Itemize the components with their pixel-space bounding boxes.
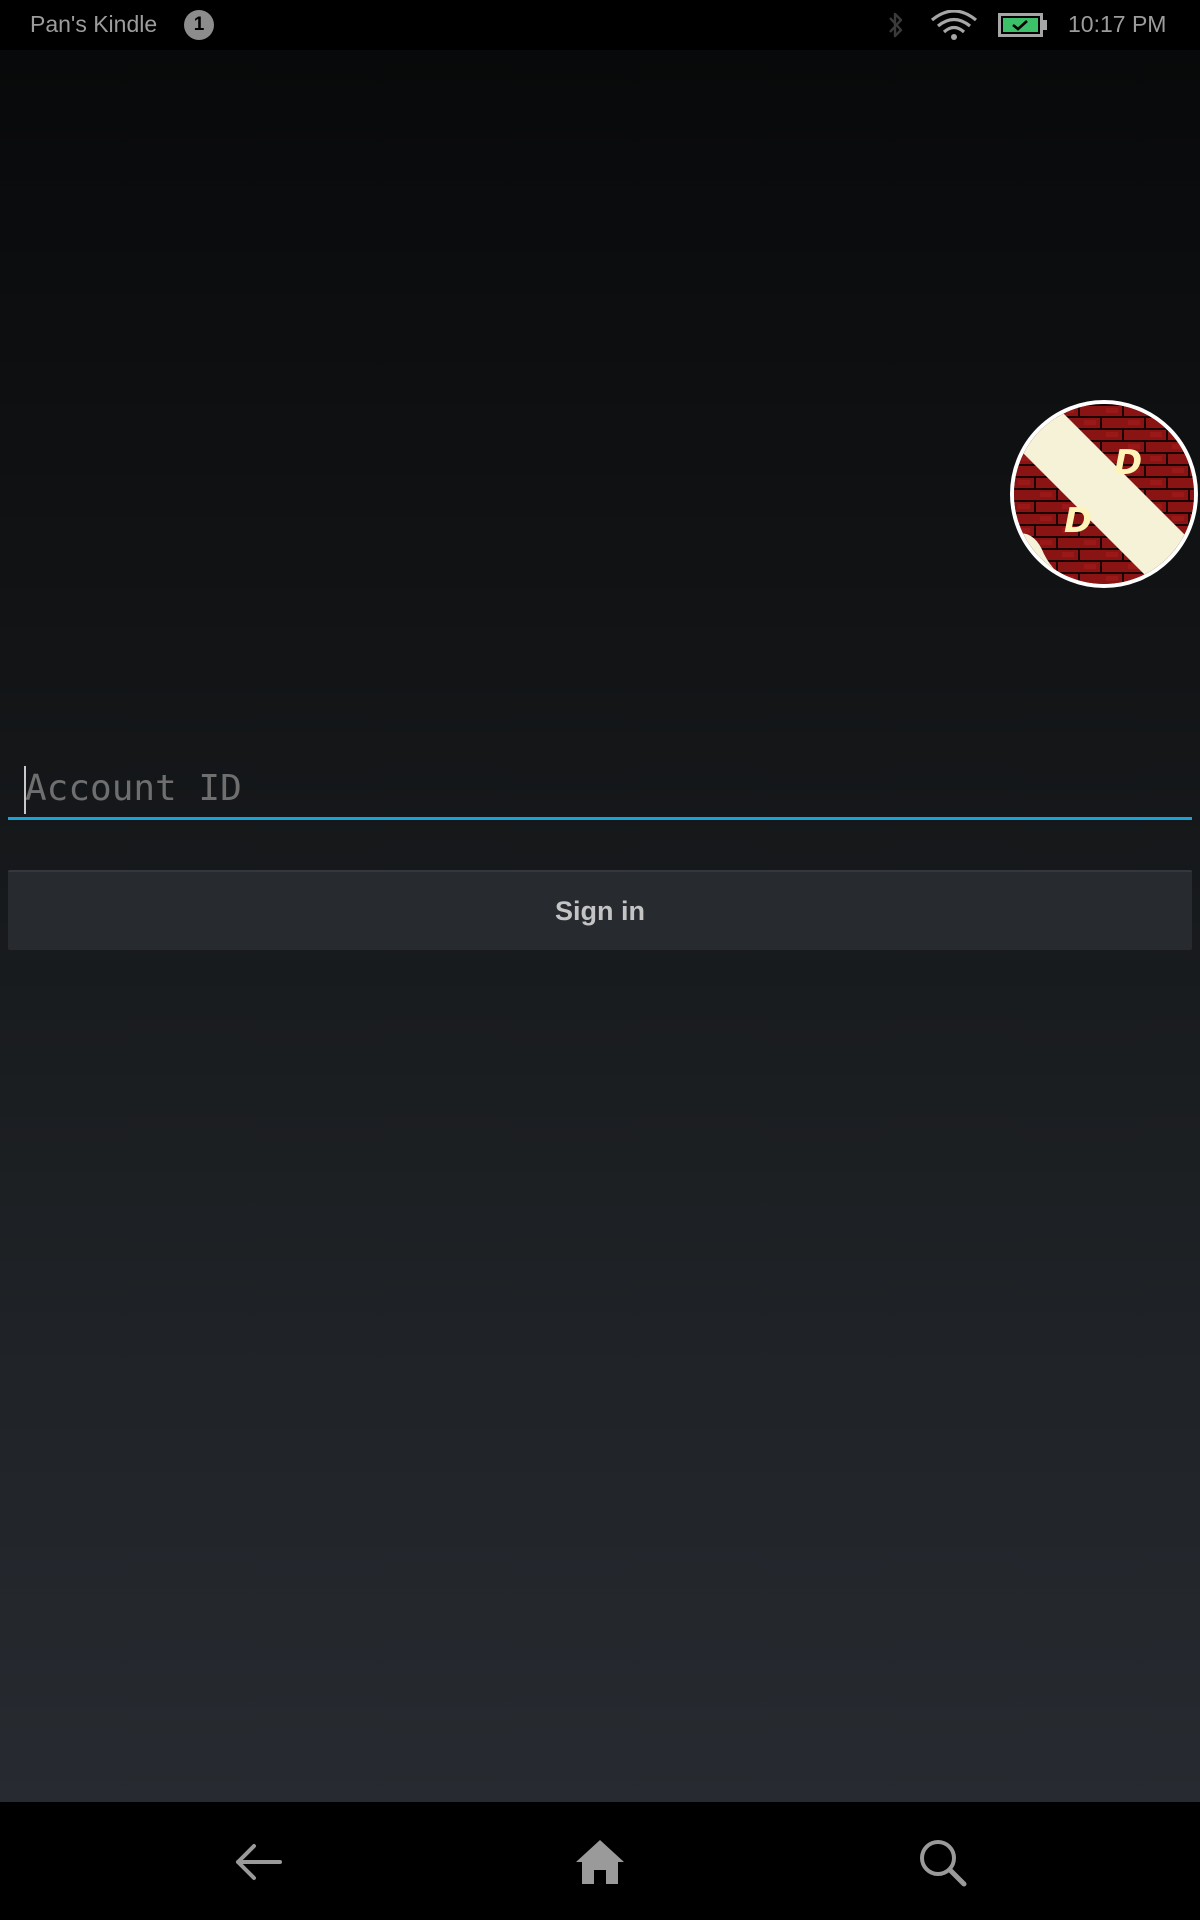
avatar-letter: D: [1114, 443, 1142, 483]
user-avatar[interactable]: D D: [1010, 400, 1198, 588]
device-name: Pan's Kindle: [30, 11, 158, 37]
wifi-icon: [930, 9, 978, 45]
bluetooth-icon: [886, 10, 906, 45]
clock: 10:17 PM: [1068, 11, 1167, 37]
text-cursor: [24, 766, 26, 814]
avatar-letter: D: [1064, 501, 1092, 541]
sign-in-button[interactable]: Sign in: [8, 870, 1192, 950]
status-bar: Pan's Kindle 1 10:17 PM: [0, 0, 1200, 50]
navigation-bar: [0, 1802, 1200, 1920]
avatar-image: D D: [1014, 404, 1194, 584]
account-id-input[interactable]: [8, 760, 1192, 820]
search-icon[interactable]: [914, 1836, 970, 1888]
back-arrow-icon[interactable]: [230, 1836, 286, 1888]
home-icon[interactable]: [572, 1836, 628, 1888]
battery-icon: [998, 13, 1048, 42]
notification-badge[interactable]: 1: [184, 10, 214, 40]
